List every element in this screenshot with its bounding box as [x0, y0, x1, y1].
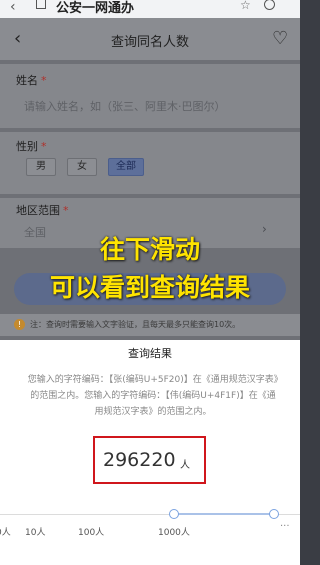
top-bar: ‹ 公安一网通办 ☆ — [0, 0, 300, 18]
gender-option-male[interactable]: 男 — [26, 158, 56, 176]
name-input[interactable]: 请输入姓名，如（张三、阿里木·巴图尔） — [24, 98, 226, 114]
result-count: 296220 — [103, 449, 176, 471]
name-section: 姓名 * 请输入姓名，如（张三、阿里木·巴图尔） — [0, 64, 300, 128]
more-icon[interactable]: ··· — [280, 521, 290, 532]
page-title: 查询同名人数 — [110, 35, 189, 50]
gender-label: 性别 * — [16, 140, 47, 153]
star-icon[interactable]: ☆ — [240, 0, 251, 12]
overlay-caption-2: 可以看到查询结果 — [49, 273, 250, 302]
heart-icon[interactable]: ♡ — [272, 28, 288, 49]
result-unit: 人 — [180, 460, 190, 471]
scale-dot — [269, 509, 279, 519]
more-icon[interactable] — [264, 0, 275, 10]
scale-tick: 1000人 — [158, 528, 190, 538]
count-scale: 0人 10人 100人 1000人 ··· — [0, 505, 300, 538]
nav-bar: ‹ 查询同名人数 ♡ — [0, 18, 300, 60]
name-label: 姓名 * — [16, 74, 47, 87]
result-dialog: 查询结果 您输入的字符编码：【张(编码U+5F20)】在《通用规范汉字表》的范围… — [0, 340, 300, 565]
info-icon: ! — [14, 319, 25, 330]
scale-track-active — [174, 513, 274, 515]
scale-dot — [169, 509, 179, 519]
scale-tick: 0人 — [0, 528, 11, 538]
notice-bar: ! 注：查询时需要输入文字验证，且每天最多只能查询10次。 — [0, 314, 300, 336]
scale-tick: 100人 — [78, 528, 105, 538]
gender-section: 性别 * 男 女 全部 — [0, 132, 300, 194]
overlay-caption-1: 往下滑动 — [99, 235, 200, 264]
result-count-box: 296220 人 — [93, 436, 206, 484]
gender-option-female[interactable]: 女 — [67, 158, 97, 176]
dialog-title: 查询结果 — [128, 347, 172, 360]
notice-text: 注：查询时需要输入文字验证，且每天最多只能查询10次。 — [30, 320, 241, 329]
home-icon[interactable] — [36, 0, 46, 9]
gender-option-all[interactable]: 全部 — [108, 158, 144, 176]
back-icon[interactable]: ‹ — [10, 0, 16, 14]
region-label: 地区范围 * — [16, 204, 69, 217]
scale-tick: 10人 — [25, 528, 46, 538]
app-title: 公安一网通办 — [56, 1, 135, 16]
dialog-body: 您输入的字符编码：【张(编码U+5F20)】在《通用规范汉字表》的范围之内。您输… — [27, 375, 279, 417]
